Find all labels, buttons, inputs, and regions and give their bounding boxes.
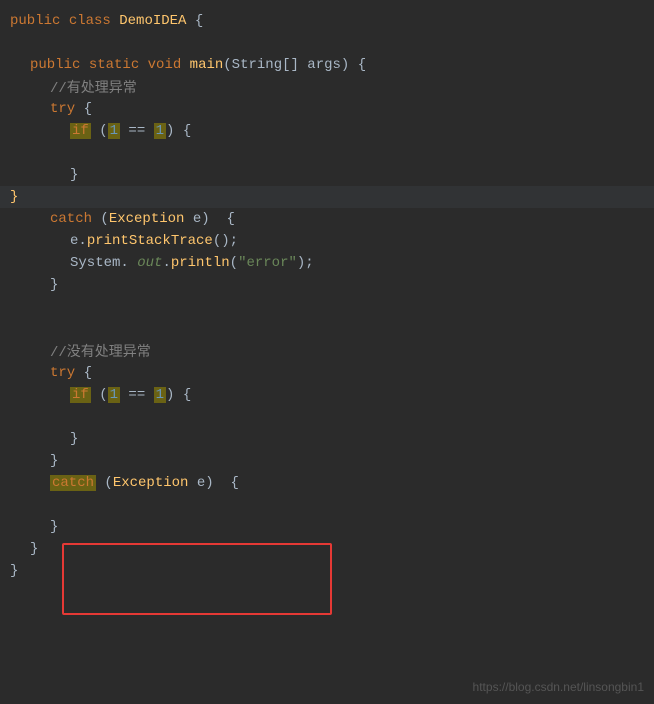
code-line-25: } (0, 538, 654, 560)
code-line-23 (0, 494, 654, 516)
code-line-11: e.printStackTrace(); (0, 230, 654, 252)
code-line-26: } (0, 560, 654, 582)
code-line-2 (0, 32, 654, 54)
code-line-17: try { (0, 362, 654, 384)
code-line-7 (0, 142, 654, 164)
code-line-20: } (0, 428, 654, 450)
code-line-1: public class DemoIDEA { (0, 10, 654, 32)
watermark: https://blog.csdn.net/linsongbin1 (473, 680, 644, 694)
code-line-16: //没有处理异常 (0, 340, 654, 362)
code-line-9: } (0, 186, 654, 208)
code-line-6: if (1 == 1) { (0, 120, 654, 142)
code-editor: public class DemoIDEA { public static vo… (0, 0, 654, 704)
code-line-3: public static void main(String[] args) { (0, 54, 654, 76)
code-line-19 (0, 406, 654, 428)
code-line-14 (0, 296, 654, 318)
code-line-22: catch (Exception e) { (0, 472, 654, 494)
code-line-5: try { (0, 98, 654, 120)
code-line-21: } (0, 450, 654, 472)
code-line-18: if (1 == 1) { (0, 384, 654, 406)
code-line-13: } (0, 274, 654, 296)
code-line-24: } (0, 516, 654, 538)
code-line-12: System. out.println("error"); (0, 252, 654, 274)
code-line-4: //有处理异常 (0, 76, 654, 98)
code-line-8: } (0, 164, 654, 186)
code-line-15 (0, 318, 654, 340)
code-line-10: catch (Exception e) { (0, 208, 654, 230)
